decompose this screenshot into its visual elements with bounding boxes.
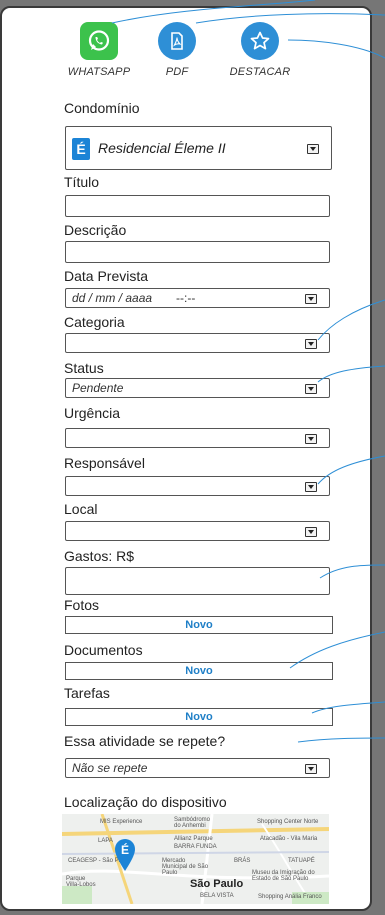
local-select[interactable] xyxy=(65,521,330,541)
pdf-label: PDF xyxy=(165,66,189,78)
map-city-label: São Paulo xyxy=(190,878,244,890)
chevron-down-icon xyxy=(307,144,319,154)
data-prevista-input[interactable]: dd / mm / aaaa --:-- xyxy=(65,288,330,308)
map-label: BRÁS xyxy=(234,858,251,864)
destacar-label: DESTACAR xyxy=(229,66,291,78)
responsavel-select[interactable] xyxy=(65,476,330,496)
urgencia-label: Urgência xyxy=(64,405,121,421)
phone-screen: WHATSAPP PDF DESTACAR Condomínio É Resid… xyxy=(0,6,372,911)
descricao-label: Descrição xyxy=(64,222,127,238)
device-location-map[interactable]: MIS Experience Sambódromo do Anhembi Sho… xyxy=(62,814,329,904)
map-label: Allianz Parque xyxy=(174,836,213,842)
chevron-down-icon xyxy=(305,384,317,394)
data-prevista-label: Data Prevista xyxy=(64,268,149,284)
map-label: Atacadão - Vila Maria xyxy=(260,836,318,842)
date-placeholder: dd / mm / aaaa xyxy=(72,291,153,305)
local-label: Local xyxy=(64,501,98,517)
chevron-down-icon xyxy=(305,527,317,537)
fotos-novo-button[interactable]: Novo xyxy=(65,616,333,634)
chevron-down-icon xyxy=(305,339,317,349)
map-label: Sambódromo do Anhembi xyxy=(174,817,211,829)
status-label: Status xyxy=(64,360,104,376)
map-label: BARRA FUNDA xyxy=(174,844,217,850)
repete-select[interactable]: Não se repete xyxy=(65,758,330,778)
descricao-input[interactable] xyxy=(65,241,330,263)
tarefas-label: Tarefas xyxy=(64,685,110,701)
star-icon xyxy=(241,22,279,60)
responsavel-label: Responsável xyxy=(64,455,145,471)
whatsapp-action[interactable]: WHATSAPP xyxy=(63,22,135,78)
titulo-label: Título xyxy=(64,174,100,190)
map-label: LAPA xyxy=(98,838,113,844)
condominio-logo-icon: É xyxy=(72,138,90,160)
condominio-label: Condomínio xyxy=(64,100,140,116)
documentos-novo-button[interactable]: Novo xyxy=(65,662,333,680)
action-bar: WHATSAPP PDF DESTACAR xyxy=(2,22,370,102)
chevron-down-icon xyxy=(305,294,317,304)
gastos-label: Gastos: R$ xyxy=(64,548,135,564)
map-label: Mercado Municipal de São Paulo xyxy=(162,858,209,876)
categoria-select[interactable] xyxy=(65,333,330,353)
fotos-label: Fotos xyxy=(64,597,100,613)
status-select[interactable]: Pendente xyxy=(65,378,330,398)
destacar-action[interactable]: DESTACAR xyxy=(224,22,296,78)
map-label: Museu da Imigração do Estado de São Paul… xyxy=(252,870,315,882)
map-label: Parque Villa-Lobos xyxy=(66,876,96,888)
tarefas-novo-button[interactable]: Novo xyxy=(65,708,333,726)
condominio-select[interactable]: É Residencial Éleme II xyxy=(65,126,332,170)
urgencia-select[interactable] xyxy=(65,428,330,448)
svg-text:É: É xyxy=(121,842,129,857)
map-label: TATUAPÉ xyxy=(288,858,315,864)
gastos-input[interactable] xyxy=(65,567,330,595)
condominio-name: Residencial Éleme II xyxy=(98,140,226,156)
pdf-icon xyxy=(158,22,196,60)
map-label: Shopping Center Norte xyxy=(257,819,319,825)
repete-label: Essa atividade se repete? xyxy=(64,733,226,749)
time-placeholder: --:-- xyxy=(176,291,196,305)
whatsapp-icon xyxy=(80,22,118,60)
whatsapp-label: WHATSAPP xyxy=(67,66,131,78)
pdf-action[interactable]: PDF xyxy=(141,22,213,78)
localizacao-label: Localização do dispositivo xyxy=(64,794,227,810)
map-label: BELA VISTA xyxy=(200,893,234,899)
map-label: Shopping Anália Franco xyxy=(258,894,322,900)
documentos-label: Documentos xyxy=(64,642,143,658)
chevron-down-icon xyxy=(305,434,317,444)
map-pin-icon: É xyxy=(115,839,135,871)
chevron-down-icon xyxy=(305,764,317,774)
categoria-label: Categoria xyxy=(64,314,125,330)
map-label: MIS Experience xyxy=(100,819,143,825)
repete-value: Não se repete xyxy=(72,761,148,775)
titulo-input[interactable] xyxy=(65,195,330,217)
chevron-down-icon xyxy=(305,482,317,492)
status-value: Pendente xyxy=(72,381,124,395)
